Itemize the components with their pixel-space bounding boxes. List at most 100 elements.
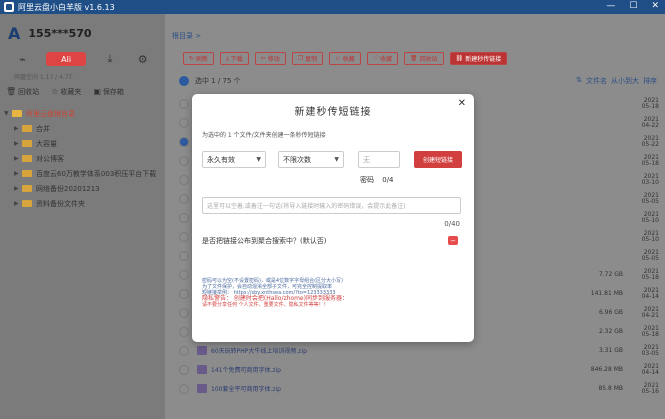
tree-item[interactable]: ▶ 合并	[4, 121, 162, 136]
close-window-icon[interactable]: ✕	[651, 1, 659, 11]
user-row[interactable]: A 155***570	[8, 24, 92, 43]
window-title: 阿里云盘小白羊版 v1.6.13	[18, 2, 115, 12]
sidebar-tabs: ⌁ Ali ⤓ ⚙	[0, 52, 165, 66]
row-checkbox[interactable]	[179, 231, 189, 242]
row-checkbox[interactable]	[179, 250, 189, 261]
row-checkbox[interactable]	[179, 364, 189, 375]
row-checkbox[interactable]	[179, 193, 189, 204]
sidebar: A 155***570 ⌁ Ali ⤓ ⚙ 网盘空间 1.17 / 4.7T 🗑…	[0, 14, 165, 419]
row-checkbox[interactable]	[179, 212, 189, 223]
row-checkbox[interactable]	[179, 269, 189, 280]
file-size: 6.96 GB	[598, 309, 623, 316]
chevron-right-icon[interactable]: ▶	[14, 170, 22, 177]
file-date: 2021 04-21	[641, 305, 659, 319]
row-checkbox[interactable]	[179, 155, 189, 166]
maximize-icon[interactable]: ☐	[629, 1, 637, 11]
heart-icon: ♡	[372, 55, 378, 62]
chevron-down-icon: ▼	[334, 156, 339, 163]
quick-recycle[interactable]: 🗑 回收站	[6, 87, 39, 97]
table-row[interactable]: 141个免费可商用字体.zip 846.28 MB 2021 04-14	[179, 360, 663, 379]
rss-icon[interactable]: ⌁	[13, 52, 31, 66]
folder-icon	[22, 185, 32, 192]
tree-item[interactable]: ▶ 百度云60万教学体系003积压平台下载	[4, 166, 162, 181]
row-checkbox[interactable]	[179, 383, 189, 394]
privacy-warning-detail: 请不要分享任何 个人文件、重要文件、隐私文件等等！！	[202, 302, 329, 308]
password-input[interactable]: 无	[358, 151, 400, 168]
title-bar: 阿里云盘小白羊版 v1.6.13 — ☐ ✕	[0, 0, 665, 14]
download-button[interactable]: ⤓ 下载	[220, 52, 249, 65]
trash-icon: 🗑	[409, 55, 418, 62]
file-date: 2021 05-18	[641, 96, 659, 110]
file-size: 141.81 MB	[590, 290, 623, 297]
times-select[interactable]: 不限次数 ▼	[278, 151, 344, 168]
gear-icon[interactable]: ⚙	[134, 52, 152, 66]
row-checkbox[interactable]	[179, 307, 189, 318]
chevron-right-icon[interactable]: ▶	[14, 200, 22, 207]
tab-ali[interactable]: Ali	[46, 52, 87, 66]
sort-order[interactable]: 从小到大	[611, 76, 639, 86]
row-checkbox[interactable]	[179, 345, 189, 356]
chevron-right-icon[interactable]: ▶	[14, 185, 22, 192]
minimize-icon[interactable]: —	[606, 1, 615, 11]
refresh-icon: ↻	[189, 55, 195, 62]
quick-safebox[interactable]: ▣ 保存箱	[93, 87, 124, 97]
sort-icon[interactable]: ⇅	[576, 76, 582, 86]
validity-select[interactable]: 永久有效 ▼	[202, 151, 266, 168]
sort-type[interactable]: 排序	[643, 76, 657, 86]
chevron-down-icon[interactable]: ▼	[4, 110, 12, 117]
create-short-link-button[interactable]: 创建短链接	[414, 151, 462, 168]
breadcrumb[interactable]: 根目录 >	[172, 31, 201, 41]
zip-file-icon	[197, 365, 207, 374]
row-checkbox[interactable]	[179, 98, 189, 109]
password-counter: 0/4	[382, 176, 394, 184]
note-counter: 0/40	[444, 220, 460, 228]
tree-item[interactable]: ▶ 资料备份文件夹	[4, 196, 162, 211]
chevron-right-icon[interactable]: ▶	[14, 155, 22, 162]
tree-item[interactable]: ▶ 网络备份20201213	[4, 181, 162, 196]
refresh-button[interactable]: ↻ 刷新	[183, 52, 215, 65]
public-toggle[interactable]: −	[448, 236, 458, 245]
row-checkbox[interactable]	[179, 174, 189, 185]
tree-item[interactable]: ▶ 对公博客	[4, 151, 162, 166]
select-all-checkbox[interactable]	[179, 76, 189, 86]
move-button[interactable]: ✂ 移动	[254, 52, 286, 65]
tree-item[interactable]: ▶ 大容量	[4, 136, 162, 151]
recycle-button[interactable]: 🗑 回收站	[403, 52, 444, 65]
create-link-button[interactable]: ⛓ 新建秒传链接	[449, 52, 508, 65]
file-size: 3.31 GB	[598, 347, 623, 354]
file-date: 2021 05-18	[641, 267, 659, 281]
sort-controls: ⇅ 文件名 从小到大 排序	[576, 76, 657, 86]
file-name[interactable]: 60天玩转PHP大牛线上培训视频.zip	[197, 346, 307, 355]
row-checkbox[interactable]	[179, 117, 189, 128]
list-header: 选中 1 / 75 个 ⇅ 文件名 从小到大 排序	[179, 74, 663, 88]
favorite-button[interactable]: ☆ 收藏	[329, 52, 361, 65]
collect-button[interactable]: ♡ 收藏	[366, 52, 398, 65]
file-size: 846.28 MB	[590, 366, 623, 373]
dialog-title: 新建秒传短链接	[294, 107, 372, 118]
copy-button[interactable]: ❐ 复制	[291, 52, 324, 65]
quick-links: 🗑 回收站 ☆ 收藏夹 ▣ 保存箱	[6, 87, 124, 97]
folder-icon	[22, 200, 32, 207]
note-input[interactable]: 这里可以空着,或备注一句话(将导入链接时输入的密码错误，会提示此备注)	[202, 197, 461, 214]
quick-favorites[interactable]: ☆ 收藏夹	[51, 87, 81, 97]
folder-tree: ▼ 阿里云盘根目录 ▶ 合并 ▶ 大容量 ▶ 对公博客 ▶ 百度云60万教学体系…	[4, 106, 162, 211]
file-name[interactable]: 100套全平可商用字体.zip	[197, 384, 281, 393]
sort-by-name[interactable]: 文件名	[586, 76, 607, 86]
file-date: 2021 05-10	[641, 210, 659, 224]
file-name[interactable]: 141个免费可商用字体.zip	[197, 365, 281, 374]
file-date: 2021 05-05	[641, 248, 659, 262]
tree-root[interactable]: ▼ 阿里云盘根目录	[4, 106, 162, 121]
download-icon[interactable]: ⤓	[101, 52, 119, 66]
table-row[interactable]: 100套全平可商用字体.zip 85.8 MB 2021 05-16	[179, 379, 663, 398]
chevron-right-icon[interactable]: ▶	[14, 140, 22, 147]
brand-logo: A	[8, 24, 21, 43]
row-checkbox[interactable]	[179, 136, 189, 147]
row-checkbox[interactable]	[179, 288, 189, 299]
chevron-right-icon[interactable]: ▶	[14, 125, 22, 132]
close-icon[interactable]: ✕	[458, 98, 466, 109]
username[interactable]: 155***570	[28, 27, 91, 40]
table-row[interactable]: 60天玩转PHP大牛线上培训视频.zip 3.31 GB 2021 03-05	[179, 341, 663, 360]
file-date: 2021 04-14	[641, 362, 659, 376]
star-icon: ☆	[51, 87, 59, 96]
row-checkbox[interactable]	[179, 326, 189, 337]
